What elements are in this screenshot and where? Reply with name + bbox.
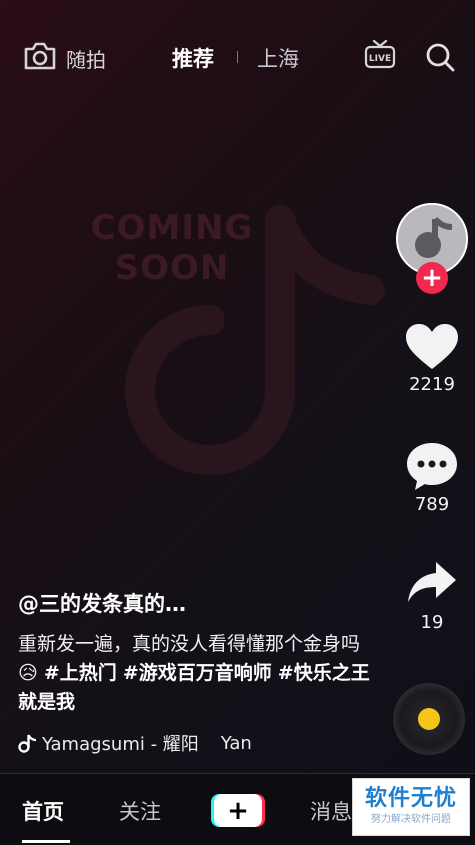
live-tv-icon[interactable]: LIVE bbox=[363, 38, 397, 70]
site-watermark: 软件无忧 努力解决软件问题 bbox=[352, 778, 470, 836]
tab-city[interactable]: 上海 bbox=[257, 43, 299, 73]
watermark-subtitle: 努力解决软件问题 bbox=[371, 814, 451, 825]
music-note-icon bbox=[18, 734, 36, 753]
like-button[interactable]: 2219 bbox=[400, 322, 464, 395]
follow-button[interactable]: + bbox=[416, 262, 448, 294]
share-button[interactable]: 19 bbox=[400, 558, 464, 633]
nav-following[interactable]: 关注 bbox=[119, 796, 161, 826]
music-disc-button[interactable] bbox=[393, 683, 465, 755]
camera-icon[interactable] bbox=[22, 40, 58, 72]
tab-recommend[interactable]: 推荐 bbox=[172, 43, 214, 73]
comment-button[interactable]: 789 bbox=[400, 440, 464, 515]
create-plus: + bbox=[227, 796, 249, 826]
nav-messages[interactable]: 消息 bbox=[310, 796, 352, 826]
watermark-title: 软件无忧 bbox=[364, 786, 457, 811]
heart-icon bbox=[406, 324, 458, 369]
create-video-button[interactable]: + bbox=[211, 792, 265, 828]
camera-label[interactable]: 随拍 bbox=[66, 44, 106, 73]
active-indicator bbox=[22, 840, 70, 843]
author-name[interactable]: @三的发条真的… bbox=[18, 588, 378, 618]
share-count: 19 bbox=[420, 612, 444, 633]
share-arrow-icon bbox=[408, 562, 456, 602]
music-title-scroll: Yan bbox=[220, 732, 252, 754]
video-caption: @三的发条真的… 重新发一遍，真的没人看得懂那个金身吗 😥 #上热门 #游戏百万音… bbox=[18, 588, 378, 717]
hashtag[interactable]: #上热门 bbox=[44, 662, 117, 684]
disc-center bbox=[418, 708, 440, 730]
top-bar: 随拍 推荐 上海 LIVE bbox=[0, 30, 475, 86]
description-text: 重新发一遍，真的没人看得懂那个金身吗 bbox=[18, 633, 361, 655]
sad-emoji: 😥 bbox=[18, 662, 38, 684]
comment-count: 789 bbox=[414, 494, 450, 515]
coming-soon-text: COMING SOON bbox=[90, 208, 254, 288]
video-description: 重新发一遍，真的没人看得懂那个金身吗😥 #上热门 #游戏百万音响师 #快乐之王就… bbox=[18, 630, 378, 717]
nav-home[interactable]: 首页 bbox=[22, 796, 64, 826]
comment-bubble-icon bbox=[407, 443, 457, 490]
video-feed[interactable]: COMING SOON 随拍 推荐 上海 LIVE + 2219 789 19 … bbox=[0, 0, 475, 845]
svg-text:LIVE: LIVE bbox=[369, 54, 391, 64]
tab-separator bbox=[237, 51, 238, 63]
music-info[interactable]: Yamagsumi - 耀阳 Yan bbox=[18, 730, 288, 758]
search-icon[interactable] bbox=[424, 41, 456, 73]
like-count: 2219 bbox=[409, 374, 455, 395]
music-title: Yamagsumi - 耀阳 bbox=[42, 734, 199, 755]
hashtag[interactable]: #游戏百万音响师 bbox=[123, 662, 272, 684]
